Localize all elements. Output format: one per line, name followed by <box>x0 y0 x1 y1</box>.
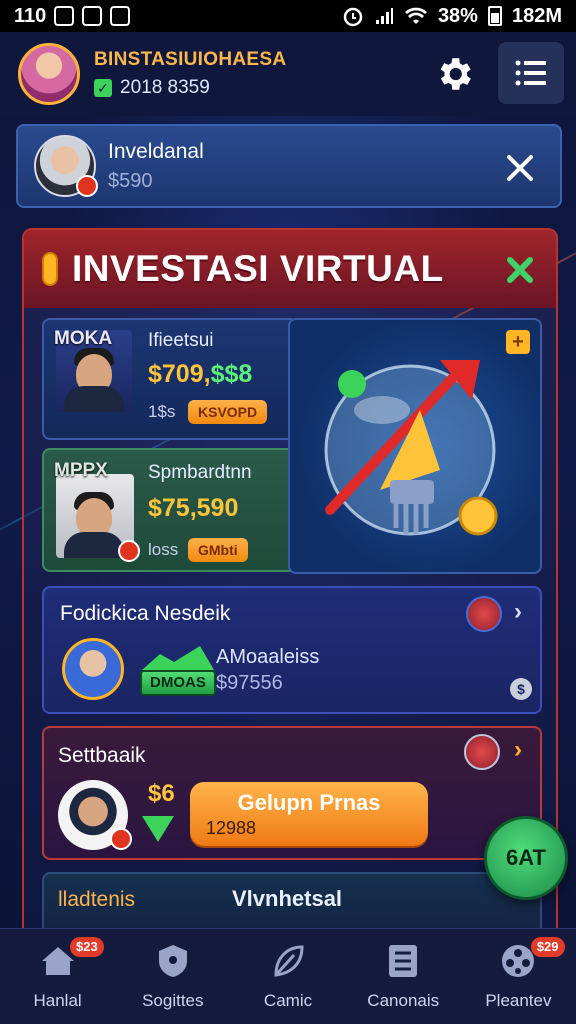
status-right: 38% 182M <box>342 5 562 28</box>
star-badge-icon <box>466 596 502 632</box>
chevron-right-icon[interactable]: › <box>514 736 522 764</box>
notification-card[interactable]: Inveldanal $590 <box>16 124 562 208</box>
header-info: BINSTASIUIOHAESA ✓ 2018 8359 <box>94 49 286 99</box>
card-value-green: $$8 <box>210 360 253 388</box>
growth-bubble-image: + <box>288 318 542 574</box>
nav-label: Camic <box>263 991 313 1010</box>
user-avatar[interactable] <box>18 43 80 105</box>
panel-banner: INVESTASI VIRTUAL <box>24 230 556 308</box>
avatar <box>62 638 124 700</box>
card-number: $97556 <box>216 672 283 694</box>
gear-icon <box>440 58 471 90</box>
card-title: Spmbardtnn <box>148 462 252 483</box>
panel-title: INVESTASI VIRTUAL <box>72 248 444 289</box>
rocket-arrow-icon <box>324 360 498 536</box>
amount: $6 <box>148 780 175 807</box>
dollar-coin-icon: $ <box>510 678 532 700</box>
card-value: $709,$$8 <box>148 360 252 389</box>
photo-tag: MPPX <box>54 460 108 481</box>
star-badge-icon <box>464 734 500 770</box>
card-pill-button[interactable]: KSVOPD <box>188 400 268 424</box>
investment-card-1[interactable]: MOKA Ifieetsui $709,$$8 1$s KSVOPD <box>42 318 298 440</box>
bottom-nav: $23 Hanlal Sogittes Camic Canonais $29 P… <box>0 928 576 1024</box>
card-title: Settbaaik <box>58 744 146 767</box>
primary-action-button[interactable]: Gelupn Prnas 12988 <box>190 782 428 846</box>
close-icon <box>507 155 533 181</box>
header-subtitle: ✓ 2018 8359 <box>94 77 286 99</box>
app-notification-icon <box>54 6 75 26</box>
settings-button[interactable] <box>422 42 486 106</box>
news-card[interactable]: Fodickica Nesdeik › DMOAS AMoaaleiss $97… <box>42 586 542 714</box>
nav-badge: $29 <box>530 937 565 957</box>
status-left-text: 110 <box>14 4 47 27</box>
header-subtitle-text: 2018 8359 <box>120 77 210 98</box>
app-notification-icon-2 <box>82 6 103 26</box>
status-badge: DMOAS <box>140 670 216 696</box>
card-label: AMoaaleiss <box>216 646 320 668</box>
nav-item-player[interactable]: $29 Pleantev <box>461 929 576 1024</box>
nav-item-game[interactable]: Camic <box>230 929 345 1024</box>
notification-value: $590 <box>108 169 153 192</box>
green-x-icon[interactable] <box>506 256 534 284</box>
nav-label: Sogittes <box>142 991 204 1010</box>
signal-icon <box>375 8 393 24</box>
alarm-icon <box>343 7 363 27</box>
leaf-icon <box>274 945 304 977</box>
nav-label: Pleantev <box>485 991 552 1010</box>
notification-text: Inveldanal $590 <box>108 140 204 193</box>
notification-avatar <box>34 135 98 197</box>
plus-icon[interactable]: + <box>506 330 530 354</box>
avatar-badge <box>110 828 132 850</box>
button-label: Gelupn Prnas <box>237 790 381 815</box>
status-bar: 110 38% 182M <box>0 0 576 32</box>
nav-item-channels[interactable]: Canonais <box>346 929 461 1024</box>
app-header: BINSTASIUIOHAESA ✓ 2018 8359 <box>0 32 576 116</box>
button-sublabel: 12988 <box>206 818 257 838</box>
photo-tag: MOKA <box>54 328 113 349</box>
card-small: loss <box>148 540 179 559</box>
header-title: BINSTASIUIOHAESA <box>94 49 287 70</box>
card-left-text: lladtenis <box>58 888 136 911</box>
status-right-text: 182M <box>511 4 562 27</box>
nav-badge: $23 <box>70 937 104 957</box>
notification-name: Inveldanal <box>108 139 204 163</box>
investment-panel: INVESTASI VIRTUAL MOKA Ifieetsui $709,$$… <box>22 228 558 938</box>
wifi-icon <box>404 7 427 24</box>
card-value-main: $709, <box>148 360 211 388</box>
notification-badge <box>76 175 98 197</box>
avatar <box>58 780 132 850</box>
cloud-icon <box>110 6 131 26</box>
card-value: $75,590 <box>148 494 239 522</box>
partial-card[interactable]: lladtenis Vlvnhetsal <box>42 872 542 932</box>
lock-shield-icon <box>158 945 187 977</box>
list-icon <box>389 945 418 977</box>
nav-label: Hanlal <box>33 991 82 1010</box>
portrait-badge <box>118 540 140 562</box>
nav-item-secure[interactable]: Sogittes <box>115 929 230 1024</box>
battery-percent: 38% <box>437 4 478 27</box>
card-pill-button[interactable]: GMbti <box>188 538 248 562</box>
close-notification-button[interactable] <box>498 146 542 190</box>
check-icon: ✓ <box>94 79 112 97</box>
chevron-right-icon[interactable]: › <box>514 598 522 626</box>
portrait-image <box>56 474 140 562</box>
nav-label: Canonais <box>367 991 440 1010</box>
card-title: Ifieetsui <box>148 330 214 351</box>
card-small: 1$s <box>148 402 176 421</box>
nav-item-home[interactable]: $23 Hanlal <box>0 929 115 1024</box>
menu-button[interactable] <box>498 42 564 104</box>
battery-icon <box>487 6 502 26</box>
settlement-card[interactable]: Settbaaik › $6 Gelupn Prnas 12988 <box>42 726 542 860</box>
fab-label: 6AT <box>506 845 546 870</box>
list-menu-icon <box>515 60 546 86</box>
investment-card-2[interactable]: MPPX Spmbardtnn $75,590 loss GMbti <box>42 448 298 572</box>
card-title: Fodickica Nesdeik <box>60 602 231 625</box>
status-left: 110 <box>14 4 131 28</box>
down-arrow-icon <box>142 816 174 842</box>
card-right-text: Vlvnhetsal <box>232 886 343 911</box>
floating-action-button[interactable]: 6AT <box>484 816 568 900</box>
coin-icon <box>42 252 58 286</box>
